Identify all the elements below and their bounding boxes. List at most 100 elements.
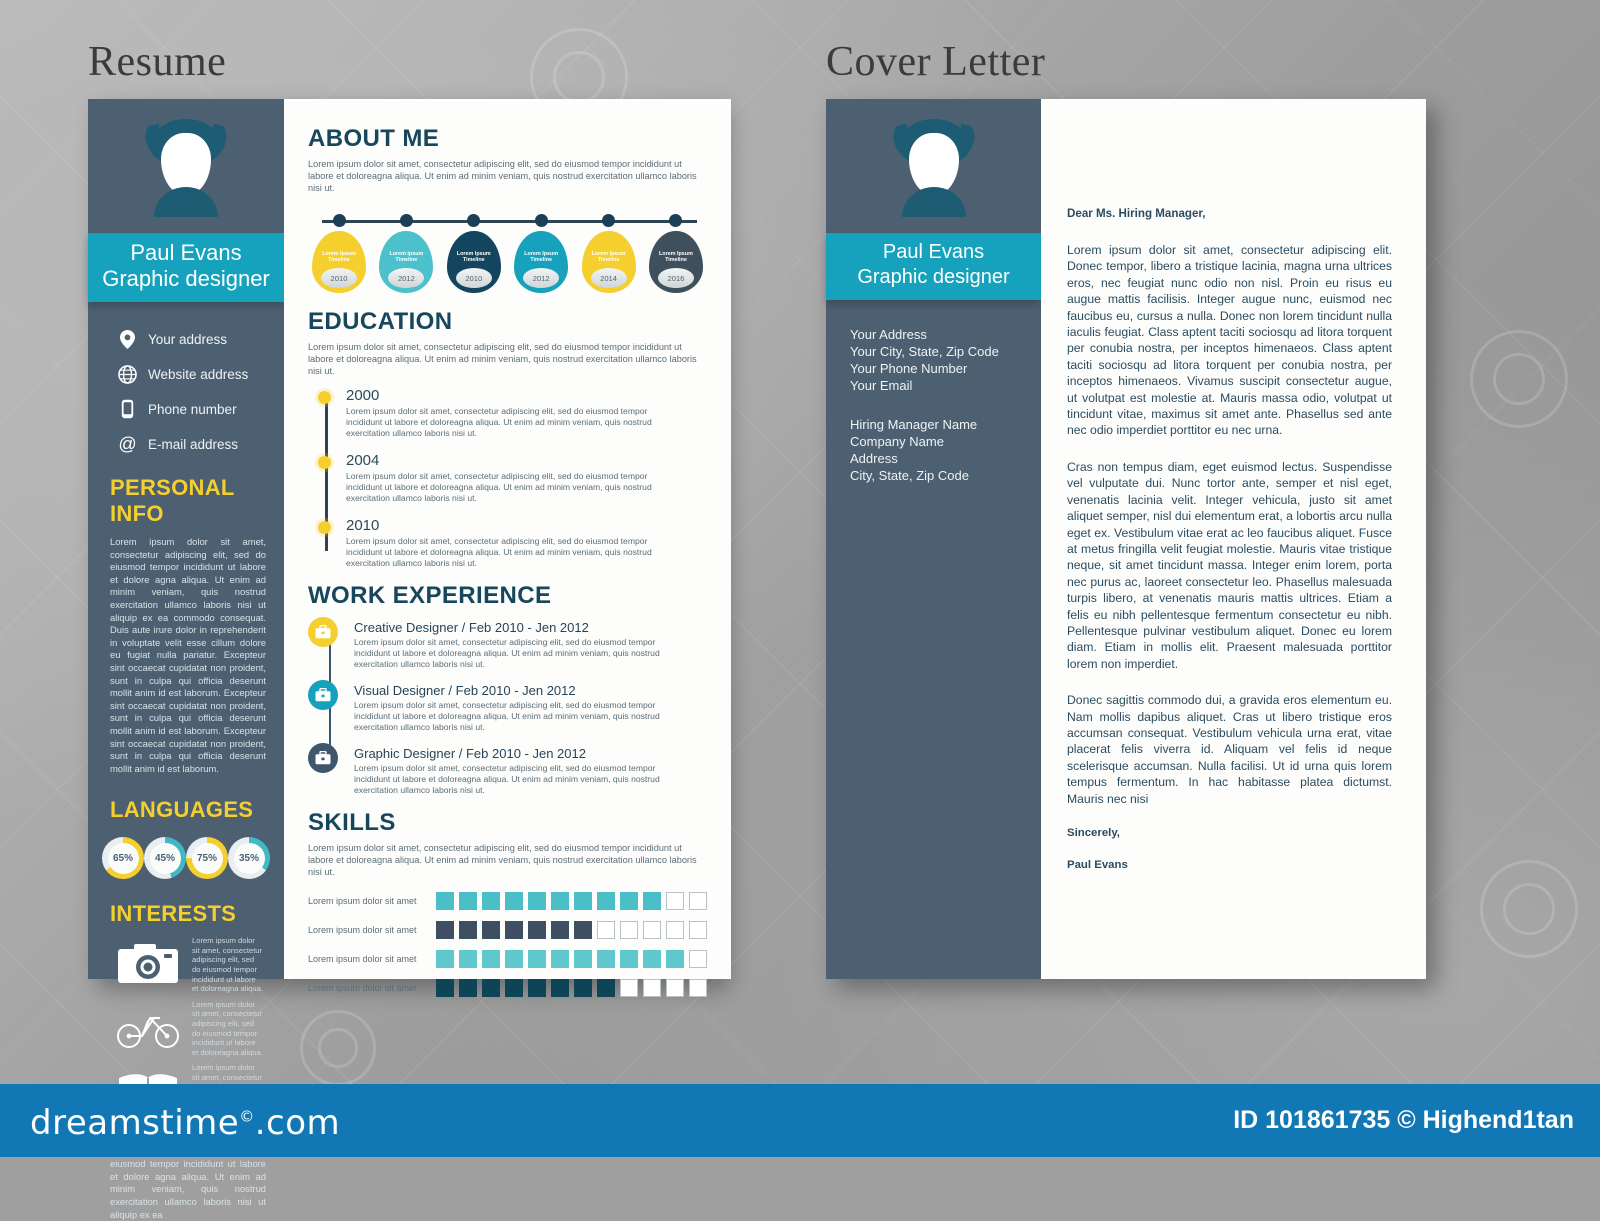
skill-meter [436, 921, 707, 939]
skill-square-filled [551, 950, 569, 968]
sender-address-block: Your Address Your City, State, Zip Code Yo… [850, 326, 1041, 394]
skill-square-filled [528, 979, 546, 997]
education-text: Lorem ipsum dolor sit amet, consectetur … [346, 536, 652, 568]
briefcase-icon [308, 617, 338, 647]
timeline-droplet: Lorem Ipsum Timeline 2012 [514, 231, 569, 293]
svg-text:@: @ [118, 435, 136, 454]
timeline-droplet: Lorem Ipsum Timeline 2012 [379, 231, 434, 293]
about-me-heading: ABOUT ME [308, 125, 440, 152]
contact-label: Your address [148, 331, 228, 347]
cover-letter-signature: Paul Evans [1067, 859, 1128, 871]
skill-square-filled [505, 921, 523, 939]
resume-page-title: Resume [88, 39, 227, 85]
contact-row-phone[interactable]: Phone number [114, 398, 284, 420]
education-text: Lorem ipsum dolor sit amet, consectetur … [346, 406, 652, 438]
sender-address-line: Your Email [850, 378, 913, 393]
timeline-node [467, 214, 481, 227]
skill-square-filled [528, 950, 546, 968]
education-heading: EDUCATION [308, 308, 453, 335]
skill-square-filled [436, 921, 454, 939]
sender-address-line: Your City, State, Zip Code [850, 344, 999, 359]
skill-square-empty [643, 979, 661, 997]
skill-label: Lorem ipsum dolor sit amet [308, 983, 417, 993]
skill-square-filled [643, 892, 661, 910]
resume-main-content: ABOUT ME Lorem ipsum dolor sit amet, con… [284, 99, 731, 997]
droplet-year: 2010 [321, 268, 357, 288]
resume-document: Paul Evans Graphic designer Your address… [88, 99, 731, 1220]
contact-row-address[interactable]: Your address [114, 328, 284, 350]
recipient-address-line: Address [850, 451, 898, 466]
language-ring: 45% [144, 837, 186, 880]
personal-info-heading: PERSONAL INFO [110, 475, 235, 526]
camera-icon [112, 938, 184, 992]
contact-label: E-mail address [148, 436, 239, 452]
bicycle-icon [112, 1002, 184, 1056]
work-text: Lorem ipsum dolor sit amet, consectetur … [354, 637, 660, 669]
skill-square-filled [505, 979, 523, 997]
interests-heading: INTERESTS [110, 901, 237, 927]
skill-square-filled [459, 892, 477, 910]
skill-square-filled [620, 892, 638, 910]
recipient-address-block: Hiring Manager Name Company Name Address Ci… [850, 416, 1041, 484]
timeline-item: Lorem Ipsum Timeline 2014 [578, 212, 640, 293]
skill-square-filled [597, 950, 615, 968]
contact-label: Phone number [148, 401, 237, 417]
avatar [136, 119, 236, 219]
recipient-address-line: City, State, Zip Code [850, 468, 969, 483]
brand-text: dreamstime©.com [30, 1103, 341, 1143]
skill-row: Lorem ipsum dolor sit amet [308, 892, 707, 910]
interest-text: Lorem ipsum dolor sit amet, consectetur … [192, 999, 263, 1057]
skill-square-empty [689, 921, 707, 939]
name-plate: Paul Evans Graphic designer [88, 233, 284, 302]
timeline-droplet: Lorem Ipsum Timeline 2010 [446, 231, 501, 293]
skill-square-empty [620, 921, 638, 939]
skill-meter [436, 950, 707, 968]
droplet-label: Lorem Ipsum Timeline [524, 251, 559, 264]
skill-row: Lorem ipsum dolor sit amet [308, 950, 707, 968]
droplet-label: Lorem Ipsum Timeline [591, 251, 626, 264]
language-percent: 65% [107, 842, 139, 874]
timeline-droplet: Lorem Ipsum Timeline 2010 [312, 231, 366, 293]
timeline-item: Lorem Ipsum Timeline 2010 [308, 212, 370, 293]
avatar [884, 119, 984, 219]
work-title: Visual Designer / Feb 2010 - Jen 2012 [354, 683, 576, 698]
briefcase-icon [308, 743, 338, 773]
droplet-year: 2012 [523, 268, 560, 288]
work-experience-item: Graphic Designer / Feb 2010 - Jen 2012 Lo… [308, 743, 707, 796]
skill-square-filled [459, 950, 477, 968]
skills-body: Lorem ipsum dolor sit amet, consectetur … [308, 843, 697, 877]
droplet-year: 2012 [388, 268, 425, 288]
contact-label: Website address [148, 366, 249, 382]
resume-sidebar: Paul Evans Graphic designer Your address… [88, 99, 284, 1220]
droplet-year: 2016 [657, 268, 694, 288]
timeline-node [399, 214, 413, 227]
work-title: Creative Designer / Feb 2010 - Jen 2012 [354, 620, 589, 635]
skill-meter [436, 892, 707, 910]
skill-square-filled [551, 892, 569, 910]
language-percent: 75% [191, 842, 223, 874]
timeline-node [669, 214, 683, 227]
timeline-item: Lorem Ipsum Timeline 2012 [510, 212, 572, 293]
skill-square-empty [689, 950, 707, 968]
skill-square-filled [528, 921, 546, 939]
dreamstime-logo[interactable]: dreamstime©.com [30, 1103, 340, 1143]
cover-letter-paragraph: Lorem ipsum dolor sit amet, consectetur … [1067, 243, 1392, 438]
at-sign-icon: @ [114, 433, 140, 455]
work-text: Lorem ipsum dolor sit amet, consectetur … [354, 763, 660, 795]
timeline-node [332, 214, 346, 227]
phone-icon [114, 398, 140, 420]
recipient-address-line: Hiring Manager Name [850, 417, 978, 432]
cover-letter-page: Dear Ms. Hiring Manager, Lorem ipsum dol… [1041, 99, 1426, 979]
skill-square-filled [574, 892, 592, 910]
skill-square-filled [597, 892, 615, 910]
timeline-node [534, 214, 548, 227]
timeline-droplet: Lorem Ipsum Timeline 2014 [581, 231, 636, 293]
skill-square-empty [666, 979, 684, 997]
about-me-body: Lorem ipsum dolor sit amet, consectetur … [308, 159, 697, 193]
language-percent: 35% [233, 842, 265, 874]
contact-row-email[interactable]: @ E-mail address [114, 433, 284, 455]
contact-row-website[interactable]: Website address [114, 363, 284, 385]
timeline-item: Lorem Ipsum Timeline 2016 [645, 212, 707, 293]
profile-title: Graphic designer [102, 266, 270, 291]
sender-address-line: Your Address [850, 327, 927, 342]
